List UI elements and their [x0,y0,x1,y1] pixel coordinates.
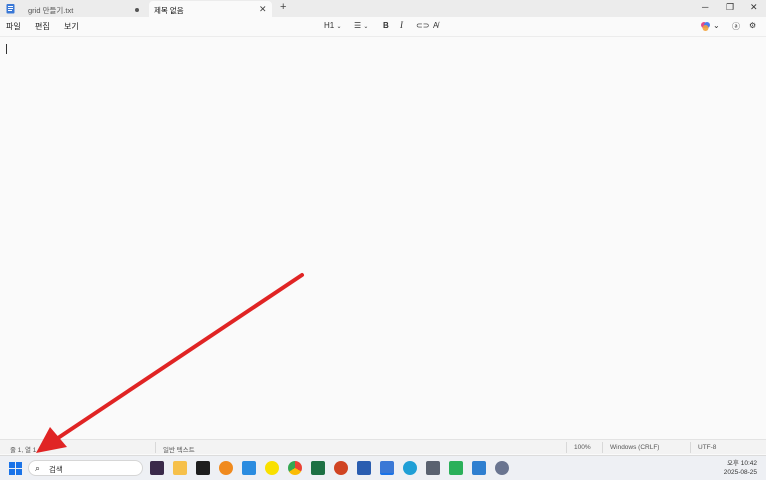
notepad-app-icon [6,4,15,14]
unsaved-dot-icon [135,8,139,12]
tab-untitled[interactable]: 제목 없음 ✕ [149,1,272,17]
minimize-icon[interactable]: ─ [702,2,708,12]
text-editor[interactable] [0,36,766,438]
chevron-down-icon: ⌄ [363,24,369,30]
new-tab-button[interactable]: + [280,1,286,13]
list-icon: ☰ [354,21,362,30]
zoom-level[interactable]: 100% [574,444,591,451]
clock[interactable]: 오후 10:42 2025-08-25 [724,459,757,477]
account-icon[interactable]: ⓐ [732,21,740,32]
status-divider [155,442,156,453]
search-placeholder: 검색 [49,465,63,474]
bold-button[interactable]: B [383,21,389,30]
close-tab-icon[interactable]: ✕ [259,4,267,15]
encoding[interactable]: UTF-8 [698,444,716,451]
vscode-icon[interactable] [242,461,256,475]
menu-edit[interactable]: 편집 [35,21,50,32]
magnifier-icon[interactable] [219,461,233,475]
menu-view[interactable]: 보기 [64,21,79,32]
search-icon: ⌕ [35,463,41,473]
photos-icon[interactable] [472,461,486,475]
tab-grid-file[interactable]: grid 만들기.txt [22,1,146,17]
tab-label: grid 만들기.txt [28,6,74,15]
kakaotalk-icon[interactable] [265,461,279,475]
menu-bar: 파일 편집 보기 H1 ⌄ ☰ ⌄ B I ⊂⊃ A̸ ⌄ ⓐ ⚙ [0,17,766,36]
status-divider [690,442,691,453]
line-ending[interactable]: Windows (CRLF) [610,444,659,451]
chrome-icon[interactable] [288,461,302,475]
copilot-icon[interactable] [701,22,710,31]
chevron-down-icon[interactable]: ⌄ [713,21,720,30]
text-caret [6,44,7,54]
maximize-icon[interactable]: ❐ [726,2,734,13]
vs-icon[interactable] [449,461,463,475]
title-bar: grid 만들기.txt 제목 없음 ✕ + ─ ❐ ✕ [0,0,766,17]
windows-start-icon[interactable] [9,462,22,475]
notepad-icon[interactable] [380,461,394,475]
heading-label: H1 [324,21,335,30]
chevron-down-icon: ⌄ [336,24,342,30]
terminal-icon[interactable] [196,461,210,475]
jpg-app-icon[interactable] [150,461,164,475]
cursor-position: 줄 1, 열 1 [10,447,37,454]
list-dropdown[interactable]: ☰ ⌄ [354,21,368,30]
status-divider [602,442,603,453]
link-icon[interactable]: ⊂⊃ [416,21,429,30]
powerpoint-icon[interactable] [334,461,348,475]
word-icon[interactable] [357,461,371,475]
gear-icon[interactable]: ⚙ [749,21,756,30]
italic-button[interactable]: I [400,20,403,30]
tab-label: 제목 없음 [154,6,184,15]
clock-time: 오후 10:42 [726,460,757,467]
status-divider [566,442,567,453]
file-explorer-icon[interactable] [173,461,187,475]
menu-file[interactable]: 파일 [6,21,21,32]
heading-dropdown[interactable]: H1 ⌄ [324,21,342,30]
settings-icon[interactable] [495,461,509,475]
excel-icon[interactable] [311,461,325,475]
edge-icon[interactable] [403,461,417,475]
taskbar: ⌕ 검색 오후 10:42 2025-08-25 [0,455,766,480]
text-mode: 일반 텍스트 [163,447,195,454]
taskbar-search[interactable]: ⌕ 검색 [28,460,143,476]
clock-date: 2025-08-25 [723,469,757,476]
calculator-icon[interactable] [426,461,440,475]
status-bar: 줄 1, 열 1 일반 텍스트 100% Windows (CRLF) UTF-… [0,439,766,454]
clear-format-icon[interactable]: A̸ [433,21,438,30]
close-window-icon[interactable]: ✕ [750,2,758,13]
